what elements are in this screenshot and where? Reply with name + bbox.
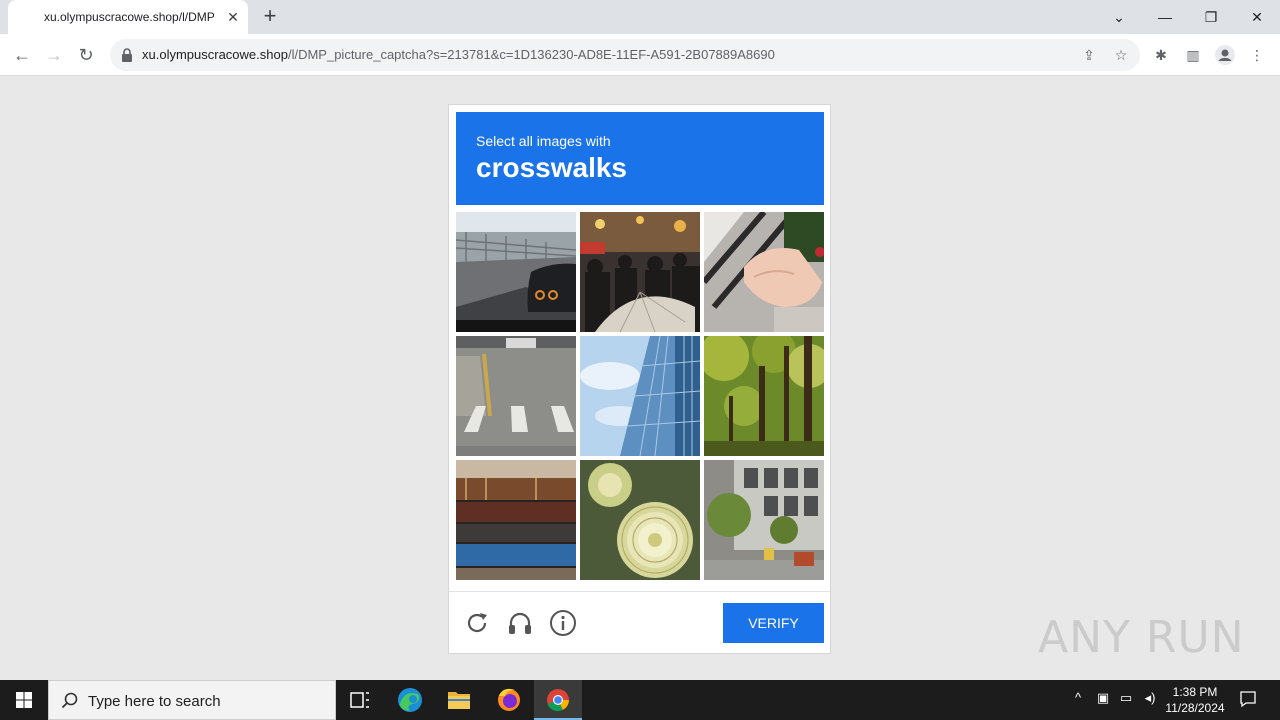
- captcha-tile-4[interactable]: [456, 336, 576, 456]
- tab-bar: xu.olympuscracowe.shop/l/DMP ✕ + ⌄ — ❐ ✕: [0, 0, 1280, 34]
- captcha-tile-9[interactable]: [704, 460, 824, 580]
- captcha-keyword: crosswalks: [476, 152, 627, 183]
- captcha-footer: VERIFY: [449, 591, 830, 653]
- captcha-widget: Select all images with crosswalks VERIFY: [448, 104, 831, 654]
- bookmark-star-icon[interactable]: ☆: [1112, 46, 1130, 64]
- chrome-taskbar-button[interactable]: [534, 680, 582, 720]
- verify-button[interactable]: VERIFY: [723, 603, 824, 643]
- old-books-icon: [456, 460, 576, 580]
- chrome-icon: [547, 689, 569, 712]
- search-placeholder: Type here to search: [88, 693, 221, 710]
- address-bar[interactable]: xu.olympuscracowe.shop/l/DMP_picture_cap…: [110, 39, 1140, 71]
- restore-icon[interactable]: ❐: [1188, 0, 1234, 34]
- active-tab[interactable]: xu.olympuscracowe.shop/l/DMP ✕: [8, 0, 248, 34]
- task-view-button[interactable]: [336, 680, 384, 720]
- menu-kebab-icon[interactable]: ⋮: [1246, 44, 1268, 66]
- windows-logo-icon: [16, 692, 32, 708]
- captcha-header: Select all images with crosswalks: [456, 112, 824, 205]
- audio-headphones-icon[interactable]: [506, 609, 534, 637]
- url-text: xu.olympuscracowe.shop/l/DMP_picture_cap…: [142, 47, 775, 62]
- reload-captcha-icon[interactable]: [463, 609, 491, 637]
- forward-icon[interactable]: →: [40, 41, 68, 69]
- captcha-tile-8[interactable]: [580, 460, 700, 580]
- edge-browser-icon: [398, 688, 422, 712]
- close-window-icon[interactable]: ✕: [1234, 0, 1280, 34]
- profile-icon[interactable]: [1214, 44, 1236, 66]
- search-icon: [61, 692, 78, 709]
- new-tab-icon[interactable]: +: [258, 5, 282, 29]
- firefox-taskbar-button[interactable]: [485, 680, 533, 720]
- start-button[interactable]: [0, 680, 48, 720]
- taskbar-search-box[interactable]: Type here to search: [48, 680, 336, 720]
- captcha-tile-2[interactable]: [580, 212, 700, 332]
- info-icon[interactable]: [549, 609, 577, 637]
- back-icon[interactable]: ←: [8, 41, 36, 69]
- any-run-watermark: ANY RUN: [1038, 612, 1245, 663]
- city-street-icon: [704, 460, 824, 580]
- clock-date: 11/28/2024: [1165, 701, 1225, 715]
- lock-icon: [122, 48, 132, 62]
- hand-plant-icon: [704, 212, 824, 332]
- crowd-umbrella-icon: [580, 212, 700, 332]
- captcha-prompt: Select all images with: [476, 133, 611, 149]
- tray-overflow-icon[interactable]: ^: [1068, 690, 1088, 705]
- tab-title: xu.olympuscracowe.shop/l/DMP: [44, 10, 215, 24]
- tab-close-icon[interactable]: ✕: [224, 8, 242, 26]
- forest-trees-icon: [704, 336, 824, 456]
- firefox-icon: [498, 688, 520, 711]
- succulent-plant-icon: [580, 460, 700, 580]
- minimize-icon[interactable]: —: [1142, 0, 1188, 34]
- captcha-tile-3[interactable]: [704, 212, 824, 332]
- task-view-icon: [350, 692, 369, 708]
- glass-building-icon: [580, 336, 700, 456]
- extensions-icon[interactable]: ✱: [1150, 44, 1172, 66]
- highway-car-icon: [456, 212, 576, 332]
- windows-taskbar: Type here to search ^ ▣ ▭ ◂) 1:38 PM 11/…: [0, 680, 1280, 720]
- captcha-tile-6[interactable]: [704, 336, 824, 456]
- clock-time: 1:38 PM: [1172, 685, 1218, 699]
- volume-icon[interactable]: ◂): [1140, 690, 1160, 706]
- tab-search-icon[interactable]: ⌄: [1096, 0, 1142, 34]
- captcha-tile-5[interactable]: [580, 336, 700, 456]
- file-explorer-button[interactable]: [435, 680, 483, 720]
- taskbar-clock[interactable]: 1:38 PM 11/28/2024: [1160, 684, 1230, 716]
- captcha-tile-1[interactable]: [456, 212, 576, 332]
- folder-icon: [448, 692, 470, 709]
- notifications-icon[interactable]: [1236, 689, 1260, 712]
- captcha-image-grid: [456, 212, 824, 580]
- side-panel-icon[interactable]: ▥: [1182, 44, 1204, 66]
- network-icon[interactable]: ▭: [1116, 690, 1136, 706]
- meet-now-icon[interactable]: ▣: [1093, 690, 1113, 706]
- crosswalk-street-icon: [456, 336, 576, 456]
- browser-toolbar: ← → ↻ xu.olympuscracowe.shop/l/DMP_pictu…: [0, 34, 1280, 76]
- captcha-tile-7[interactable]: [456, 460, 576, 580]
- edge-taskbar-button[interactable]: [386, 680, 434, 720]
- reload-icon[interactable]: ↻: [72, 41, 100, 69]
- share-icon[interactable]: ⇪: [1080, 46, 1098, 64]
